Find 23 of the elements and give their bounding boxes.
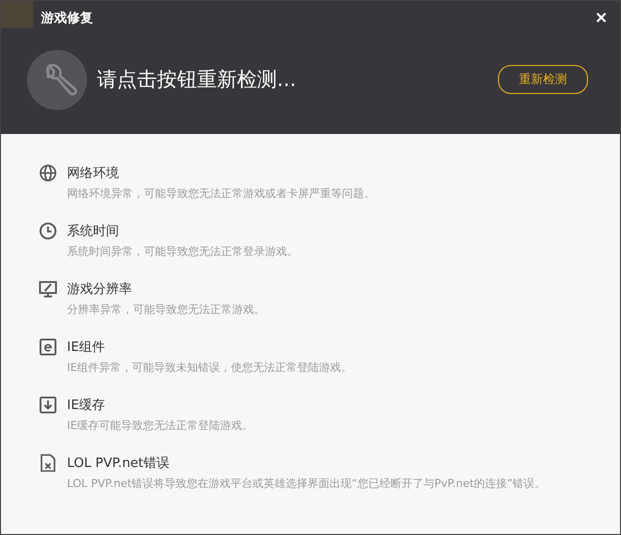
recheck-button[interactable]: 重新检测 [498, 65, 588, 94]
item-title: 系统时间 [67, 223, 120, 240]
item-title: 网络环境 [67, 165, 120, 182]
item-description: 系统时间异常，可能导致您无法正常登录游戏。 [67, 244, 299, 259]
item-description: LOL PVP.net错误将导致您在游戏平台或英雄选择界面出现“您已经断开了与PvP.net的连接”错误。 [67, 476, 547, 491]
file-x-icon [39, 454, 57, 472]
window-title: 游戏修复 [41, 10, 94, 27]
clock-icon [39, 222, 57, 240]
item-description: 分辨率异常，可能导致您无法正常游戏。 [67, 302, 266, 317]
item-title: 游戏分辨率 [67, 281, 133, 298]
item-description: IE缓存可能导致您无法正常登陆游戏。 [67, 418, 254, 433]
item-description: IE组件异常，可能导致未知错误，使您无法正常登陆游戏。 [67, 360, 354, 375]
globe-icon [39, 164, 57, 182]
item-description: 网络环境异常，可能导致您无法正常游戏或者卡屏严重等问题。 [67, 186, 376, 201]
item-title: LOL PVP.net错误 [67, 455, 170, 472]
wrench-icon [27, 50, 87, 110]
status-message: 请点击按钮重新检测... [97, 66, 298, 93]
monitor-icon [39, 280, 57, 298]
close-button[interactable]: ✕ [591, 7, 612, 29]
download-icon [39, 396, 57, 414]
e-letter-icon [39, 338, 57, 356]
item-title: IE组件 [67, 339, 106, 356]
item-title: IE缓存 [67, 397, 106, 414]
